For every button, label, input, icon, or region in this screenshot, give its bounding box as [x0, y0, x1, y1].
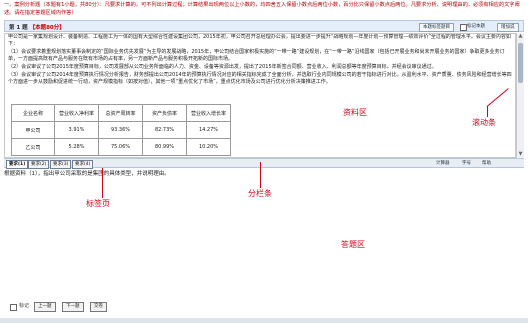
mark-checkbox-label: 标记本题 [467, 24, 485, 29]
question-header-bar: 第 1 题 【本题80分】 本题标签题目 标记本题 增加说 [4, 20, 524, 32]
scrollbar-thumb[interactable] [518, 43, 523, 83]
material-paragraph-4: （3）会议审议了公司2014年度预算执行情况分析报告，财务部提出公司2014年的… [8, 72, 512, 85]
material-paragraph-3: （2）会议审议了公司2015年度预算目标，公司发展部从公司业务所面临的人力、资金… [8, 64, 437, 70]
material-paragraph-2: （1）会议要求着重规划落实董事会制定的“国际业务优先发展”为主导的发展战略，20… [8, 49, 505, 62]
next-question-button[interactable]: 下一题 [62, 302, 84, 312]
footer-mark-label: 标记 [19, 303, 30, 309]
extra-button[interactable]: 增加说 [497, 23, 519, 32]
mark-question-button[interactable]: 本题标签题目 [419, 23, 454, 32]
scroll-down-icon[interactable]: ▼ [517, 151, 524, 158]
table-cell: 14.27% [186, 121, 231, 139]
divider-arrow-line [260, 162, 261, 188]
submit-button[interactable]: 交卷 [90, 302, 107, 312]
annotation-scrollbar: 滚动条 [472, 118, 496, 127]
question-prompt: 根据资料（1），指出甲公司采取的是集团的具体类型，并说明理由。 [4, 171, 170, 177]
tab-requirement-2[interactable]: 要求(2) [28, 160, 50, 169]
footer-mark-checkbox[interactable] [10, 304, 17, 311]
divider-bar[interactable]: 要求(1) 要求(2) 要求(3) 要求(4) 计算器 字号 帮助 [4, 158, 524, 169]
prev-question-button[interactable]: 上一题 [34, 302, 56, 312]
table-cell: 82.73% [142, 121, 187, 139]
table-row: 甲公司 3.91% 93.36% 82.73% 14.27% [11, 121, 231, 139]
help-button[interactable]: 帮助 [482, 160, 491, 167]
table-cell: 93.36% [98, 121, 143, 139]
table-header-cell: 营业收入增长率 [186, 104, 231, 122]
tab-page-arrow-line [102, 168, 103, 198]
tab-requirement-1[interactable]: 要求(1) [6, 160, 29, 169]
annotation-answer-area: 答题区 [341, 240, 365, 249]
table-header-cell: 资产负债率 [142, 104, 187, 122]
table-cell: 5.28% [54, 138, 99, 156]
table-row: 乙公司 5.28% 75.06% 80.99% 10.20% [11, 138, 231, 156]
exam-instructions: 一、案例分析题（本题有1小题，共80分）：凡要求计算的，可不列出计算过程；计算结… [4, 2, 520, 16]
question-number-text: 第 1 题 [9, 25, 28, 31]
table-header-cell: 营业收入净利率 [54, 104, 99, 122]
tab-requirement-4[interactable]: 要求(4) [72, 160, 94, 169]
question-number: 第 1 题 【本题80分】 [9, 23, 65, 31]
table-cell: 10.20% [186, 138, 231, 156]
material-area: 甲公司是一家集规划设计、装备制造、工程施工为一体的国有大型综合性建设集团公司，2… [4, 33, 516, 158]
annotation-material-area: 资料区 [343, 108, 367, 117]
tab-requirement-3[interactable]: 要求(3) [50, 160, 72, 169]
financial-indicator-table: 企业名称 营业收入净利率 总资产周转率 资产负债率 营业收入增长率 甲公司 3.… [11, 104, 231, 156]
question-score: 【本题80分】 [29, 25, 65, 31]
material-paragraph-1: 甲公司是一家集规划设计、装备制造、工程施工为一体的国有大型综合性建设集团公司，2… [8, 34, 511, 47]
table-cell: 80.99% [142, 138, 187, 156]
table-cell: 甲公司 [11, 121, 55, 139]
table-cell: 75.06% [98, 138, 143, 156]
table-header-cell: 企业名称 [11, 104, 55, 122]
scrollbar-arrow-line [487, 106, 488, 117]
fontsize-button[interactable]: 字号 [462, 160, 471, 167]
bottom-border [0, 318, 528, 323]
table-cell: 3.91% [54, 121, 99, 139]
material-scrollbar[interactable]: ▲ ▼ [516, 33, 524, 158]
scroll-up-icon[interactable]: ▲ [517, 33, 524, 40]
annotation-tab-page: 标签页 [86, 199, 110, 208]
calculator-button[interactable]: 计算器 [436, 160, 450, 167]
footer-bar: 标记 上一题 下一题 交卷 [4, 300, 524, 314]
table-header-row: 企业名称 营业收入净利率 总资产周转率 资产负债率 营业收入增长率 [11, 104, 231, 122]
table-cell: 乙公司 [11, 138, 55, 156]
mark-checkbox[interactable] [460, 24, 467, 31]
annotation-divider-bar: 分栏条 [248, 189, 272, 198]
table-header-cell: 总资产周转率 [98, 104, 143, 122]
